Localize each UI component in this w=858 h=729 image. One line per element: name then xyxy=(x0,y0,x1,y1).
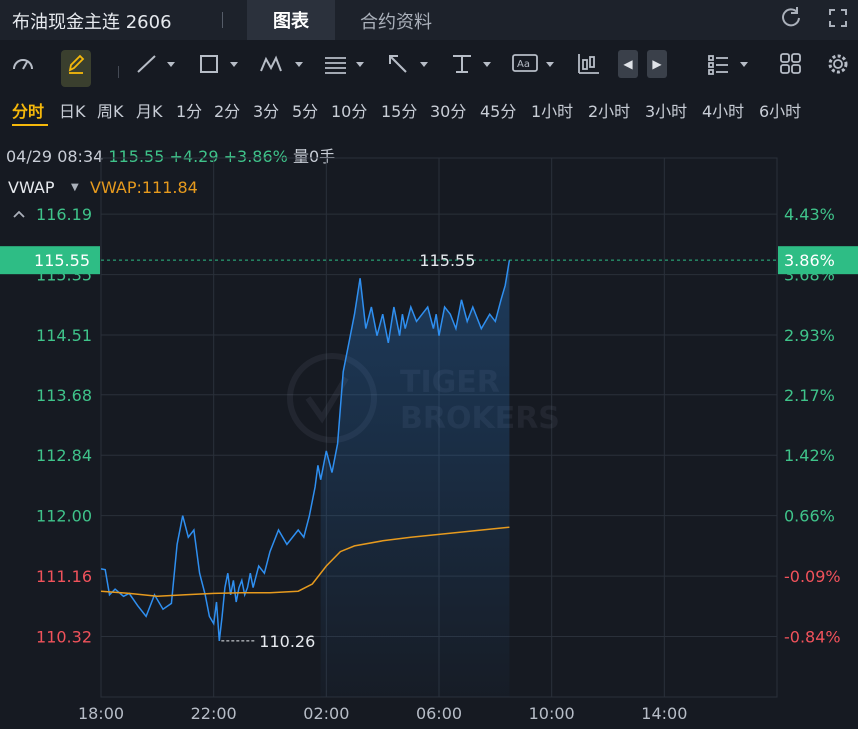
pct-tick-label: 2.93% xyxy=(784,326,835,345)
quote-percent: +3.86% xyxy=(223,147,288,166)
text-tool-icon[interactable]: Aa xyxy=(511,50,559,87)
max-price-label: 115.55 xyxy=(419,251,475,270)
quote-price: 115.55 xyxy=(108,147,165,166)
toolbar-separator xyxy=(118,66,119,78)
quote-volume-label: 量 xyxy=(292,147,309,166)
min-price-label: 110.26 xyxy=(259,632,315,651)
timeframe-30m[interactable]: 30分 xyxy=(430,98,466,122)
x-tick-label: 14:00 xyxy=(641,704,687,723)
price-area xyxy=(320,260,510,697)
instrument-title: 布油现金主连 2606 xyxy=(12,12,172,33)
timeframe-6h[interactable]: 6小时 xyxy=(759,98,801,122)
quote-time: 04/29 08:34 xyxy=(6,147,104,166)
timeframe-45m[interactable]: 45分 xyxy=(480,98,516,122)
y-tick-label: 114.51 xyxy=(36,326,92,345)
quote-change: +4.29 xyxy=(169,147,219,166)
svg-text:Aa: Aa xyxy=(517,59,530,70)
timeframe-monthly[interactable]: 月K xyxy=(136,98,163,122)
timeframe-3m[interactable]: 3分 xyxy=(253,98,279,122)
x-tick-label: 18:00 xyxy=(78,704,124,723)
grid-icon[interactable] xyxy=(779,50,803,87)
tab-chart[interactable]: 图表 xyxy=(247,0,335,40)
current-pct-tag xyxy=(778,246,858,275)
chart-grid xyxy=(100,157,778,698)
y-tick-label: 116.19 xyxy=(36,205,92,224)
fullscreen-icon[interactable] xyxy=(828,8,848,33)
series-line-price xyxy=(100,260,511,641)
pct-tick-label: -0.84% xyxy=(784,628,841,647)
y-tick-label: 110.32 xyxy=(36,628,92,647)
x-tick-label: 06:00 xyxy=(416,704,462,723)
timeframe-weekly[interactable]: 周K xyxy=(97,98,124,122)
svg-text:TIGER: TIGER xyxy=(400,365,500,400)
timeframe-1m[interactable]: 1分 xyxy=(176,98,202,122)
candlestick-icon[interactable] xyxy=(576,50,602,87)
timeframe-2h[interactable]: 2小时 xyxy=(588,98,630,122)
y-tick-label: 113.68 xyxy=(36,386,92,405)
pct-tick-label: 2.17% xyxy=(784,386,835,405)
pct-tick-label: -0.09% xyxy=(784,567,841,586)
fibonacci-tool-icon[interactable] xyxy=(322,50,368,87)
pattern-tool-icon[interactable] xyxy=(258,50,308,87)
timeframe-2m[interactable]: 2分 xyxy=(214,98,240,122)
timeframe-4h[interactable]: 4小时 xyxy=(702,98,744,122)
tab-contract-info[interactable]: 合约资料 xyxy=(360,8,432,34)
y-tick-label: 115.35 xyxy=(36,266,92,285)
arrow-tool-icon[interactable] xyxy=(386,50,432,87)
timeframe-1h[interactable]: 1小时 xyxy=(531,98,573,122)
timeframe-active-underline xyxy=(12,124,48,126)
gauge-icon[interactable] xyxy=(10,50,36,87)
chevron-down-icon[interactable]: ▼ xyxy=(71,182,79,193)
title-separator xyxy=(222,12,223,28)
x-tick-label: 02:00 xyxy=(303,704,349,723)
refresh-icon[interactable] xyxy=(780,6,802,33)
pct-tick-label: 1.42% xyxy=(784,446,835,465)
pct-tick-label: 0.66% xyxy=(784,507,835,526)
x-tick-label: 22:00 xyxy=(191,704,237,723)
quote-line: 04/29 08:34 115.55 +4.29 +3.86% 量0手 xyxy=(6,143,335,167)
pencil-icon[interactable] xyxy=(61,50,91,87)
left-arrow-icon[interactable]: ◀ xyxy=(618,50,638,78)
y-tick-label: 112.00 xyxy=(36,507,92,526)
svg-text:BROKERS: BROKERS xyxy=(400,401,560,436)
timeframe-5m[interactable]: 5分 xyxy=(292,98,318,122)
vwap-value: VWAP:111.84 xyxy=(90,178,198,197)
series-line-vwap xyxy=(100,526,510,598)
line-tool-icon[interactable] xyxy=(135,50,179,87)
chart-frame xyxy=(100,157,778,698)
current-pct-tag-label: 3.86% xyxy=(784,251,835,270)
measure-tool-icon[interactable] xyxy=(450,50,496,87)
y-tick-label: 111.16 xyxy=(36,567,92,586)
quote-volume: 0手 xyxy=(308,147,336,166)
pct-tick-label: 4.43% xyxy=(784,205,835,224)
settings-icon[interactable] xyxy=(826,50,850,87)
current-price-tag xyxy=(0,246,100,275)
broker-watermark: TIGER BROKERS xyxy=(287,353,560,443)
timeframe-intraday[interactable]: 分时 xyxy=(12,98,44,122)
rectangle-tool-icon[interactable] xyxy=(198,50,242,87)
current-price-tag-label: 115.55 xyxy=(34,251,90,270)
x-tick-label: 10:00 xyxy=(529,704,575,723)
timeframe-daily[interactable]: 日K xyxy=(59,98,86,122)
indicator-selector[interactable]: VWAP xyxy=(8,178,54,197)
collapse-icon[interactable] xyxy=(12,208,26,224)
right-arrow-icon[interactable]: ▶ xyxy=(647,50,667,78)
timeframe-10m[interactable]: 10分 xyxy=(331,98,367,122)
timeframe-15m[interactable]: 15分 xyxy=(381,98,417,122)
pct-tick-label: 3.68% xyxy=(784,266,835,285)
y-tick-label: 112.84 xyxy=(36,446,92,465)
timeframe-3h[interactable]: 3小时 xyxy=(645,98,687,122)
list-icon[interactable] xyxy=(706,50,752,87)
